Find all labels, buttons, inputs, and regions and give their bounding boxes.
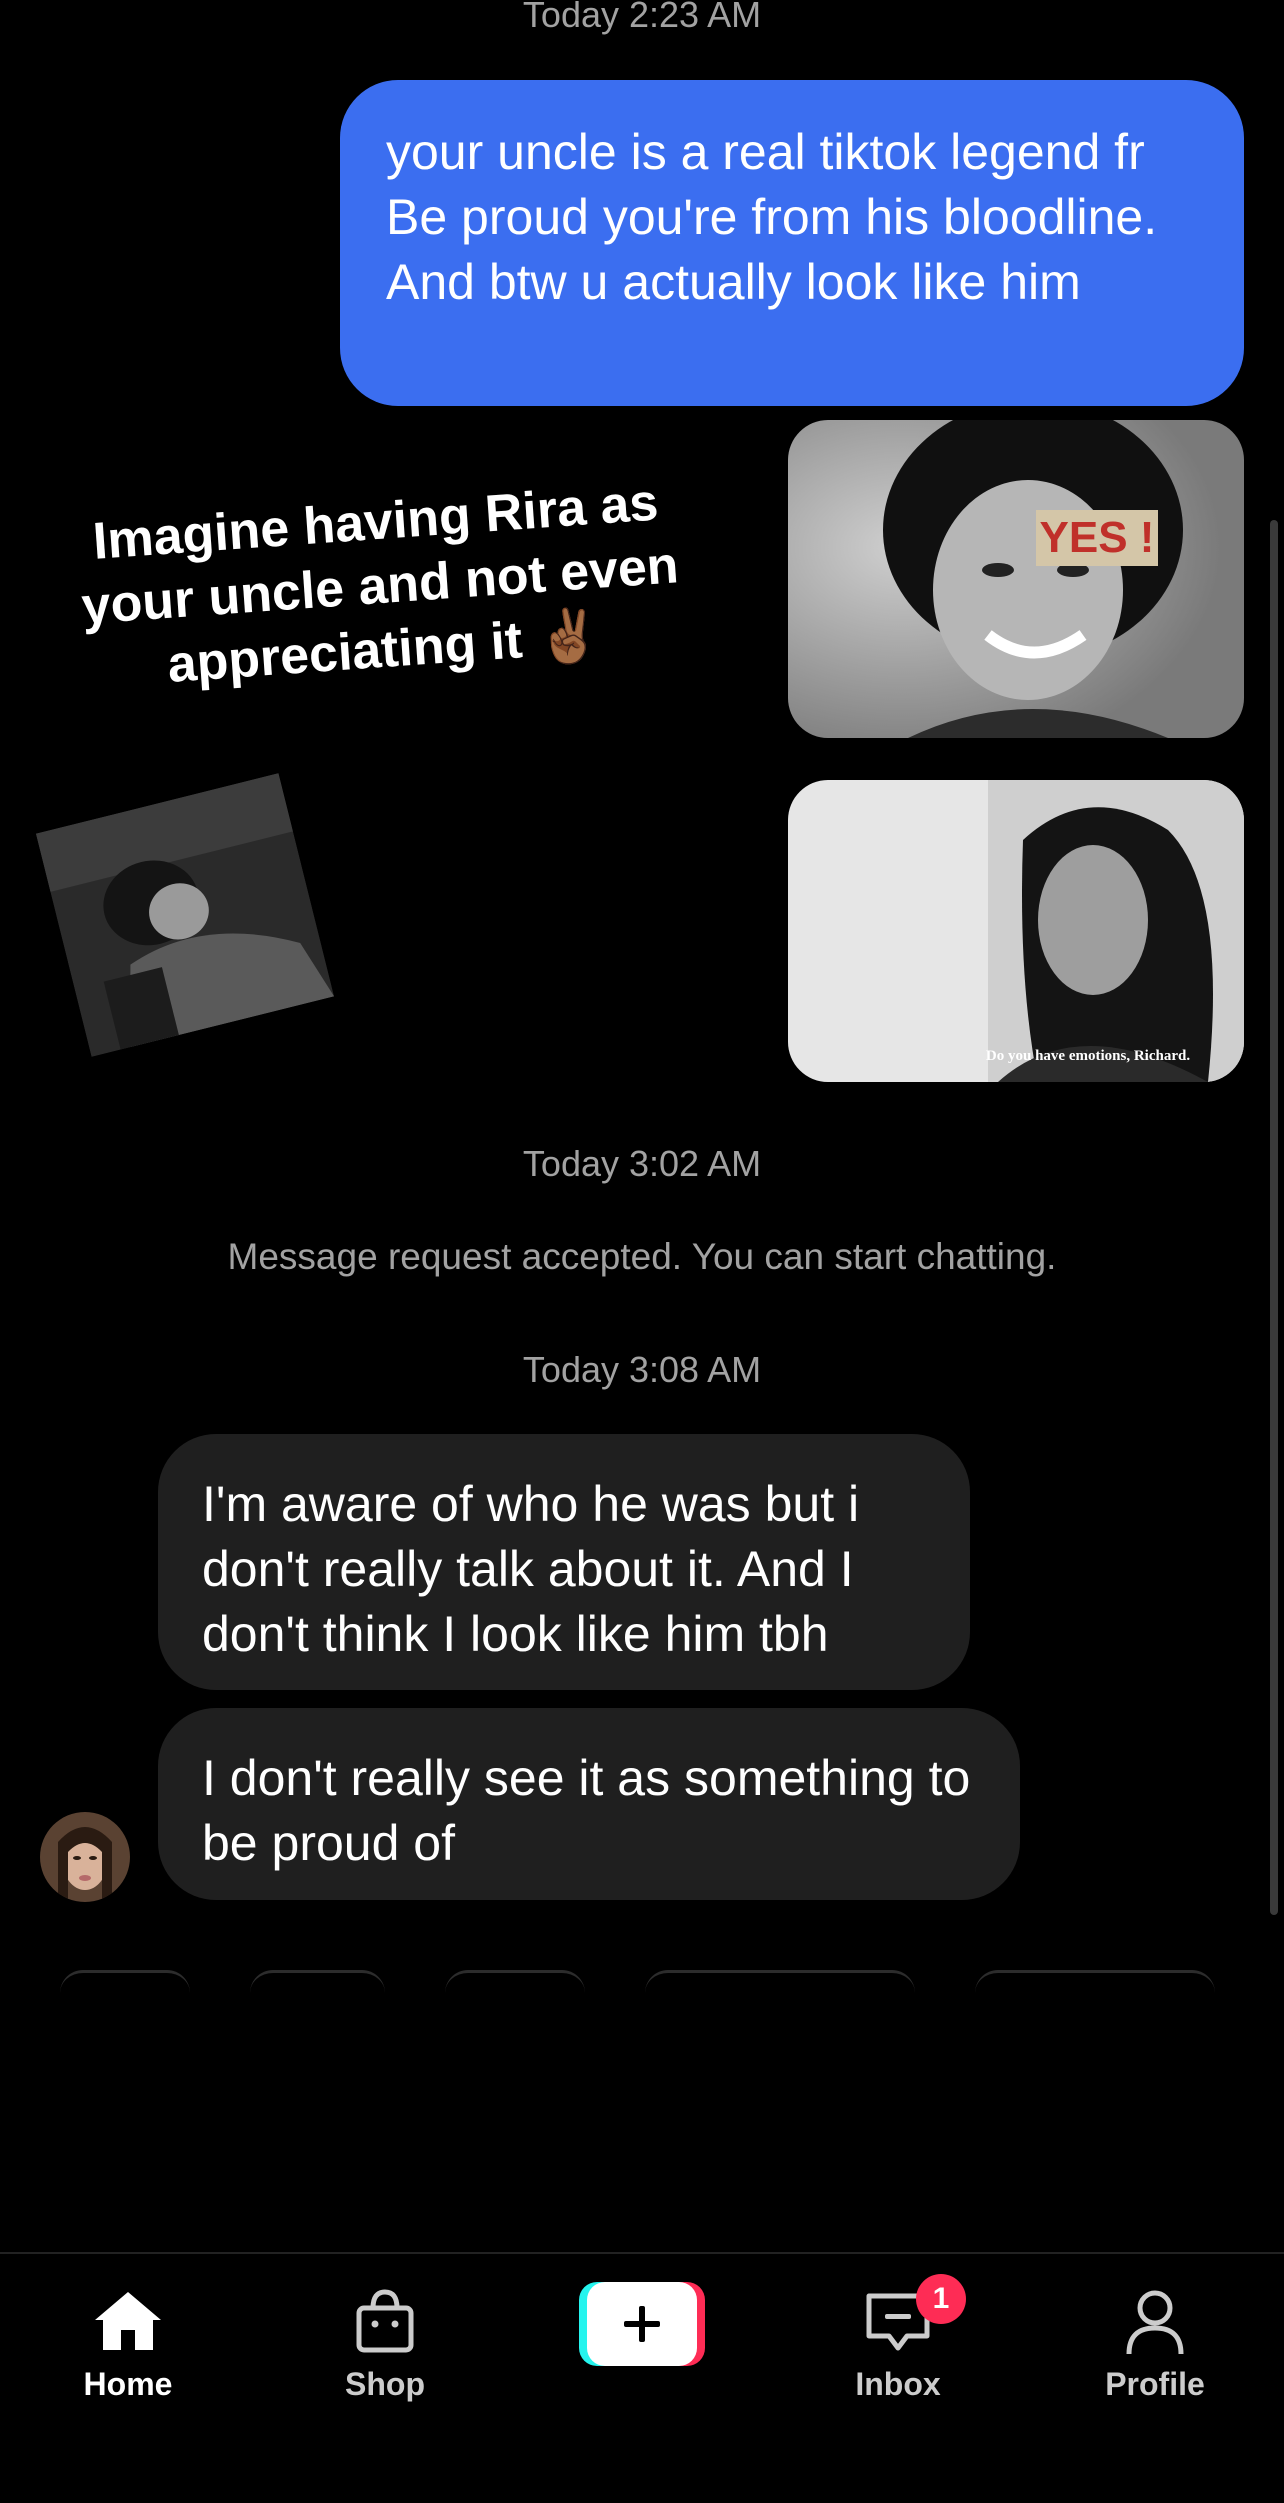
- home-icon: [95, 2292, 161, 2350]
- timestamp: Today 3:02 AM: [522, 1143, 762, 1184]
- nav-profile[interactable]: Profile: [1065, 2268, 1245, 2408]
- shared-photo-rotated: [35, 773, 335, 1057]
- nav-inbox[interactable]: 1 Inbox: [808, 2268, 988, 2408]
- incoming-message-text: I'm aware of who he was but i don't real…: [202, 1476, 860, 1662]
- quick-reply-chip[interactable]: [975, 1970, 1215, 1993]
- timestamp: Today 3:08 AM: [522, 1349, 762, 1390]
- incoming-message-bubble[interactable]: I don't really see it as something to be…: [158, 1708, 1020, 1900]
- nav-label: Profile: [1105, 2366, 1205, 2402]
- shared-video-caption: Imagine having Rira as your uncle and no…: [79, 473, 681, 694]
- incoming-message-bubble[interactable]: I'm aware of who he was but i don't real…: [158, 1434, 970, 1690]
- plus-icon: [579, 2282, 705, 2366]
- sender-avatar[interactable]: [40, 1812, 130, 1902]
- image-overlay-text: YES !: [1040, 513, 1155, 562]
- nav-shop[interactable]: Shop: [295, 2268, 475, 2408]
- inbox-notification-badge: 1: [916, 2274, 966, 2324]
- outgoing-message-bubble[interactable]: your uncle is a real tiktok legend fr Be…: [340, 80, 1244, 406]
- system-message: Message request accepted. You can start …: [227, 1236, 1057, 1277]
- timestamp: Today 2:23 AM: [522, 0, 762, 35]
- shared-image-smiling-man: YES !: [788, 420, 1244, 738]
- chat-scrollbar[interactable]: [1270, 520, 1278, 1915]
- nav-label: Home: [83, 2366, 173, 2402]
- create-post-button[interactable]: [579, 2282, 705, 2366]
- shopping-bag-icon: [356, 2289, 414, 2353]
- quick-reply-chip[interactable]: [250, 1970, 385, 1993]
- nav-label: Inbox: [855, 2366, 941, 2402]
- outgoing-message-text: your uncle is a real tiktok legend fr Be…: [386, 124, 1158, 310]
- image-subtitle-text: Do you have emotions, Richard.: [986, 1048, 1190, 1064]
- quick-reply-chip[interactable]: [60, 1970, 190, 1993]
- shared-image-interview-man: Do you have emotions, Richard.: [788, 780, 1244, 1082]
- profile-icon: [1126, 2290, 1184, 2355]
- bottom-navigation-bar: Home Shop 1 Inbox Profile: [0, 2252, 1284, 2503]
- nav-home[interactable]: Home: [38, 2268, 218, 2408]
- quick-reply-chip[interactable]: [645, 1970, 915, 1993]
- nav-label: Shop: [345, 2366, 425, 2402]
- quick-reply-chip[interactable]: [445, 1970, 585, 1993]
- incoming-message-text: I don't really see it as something to be…: [202, 1750, 971, 1871]
